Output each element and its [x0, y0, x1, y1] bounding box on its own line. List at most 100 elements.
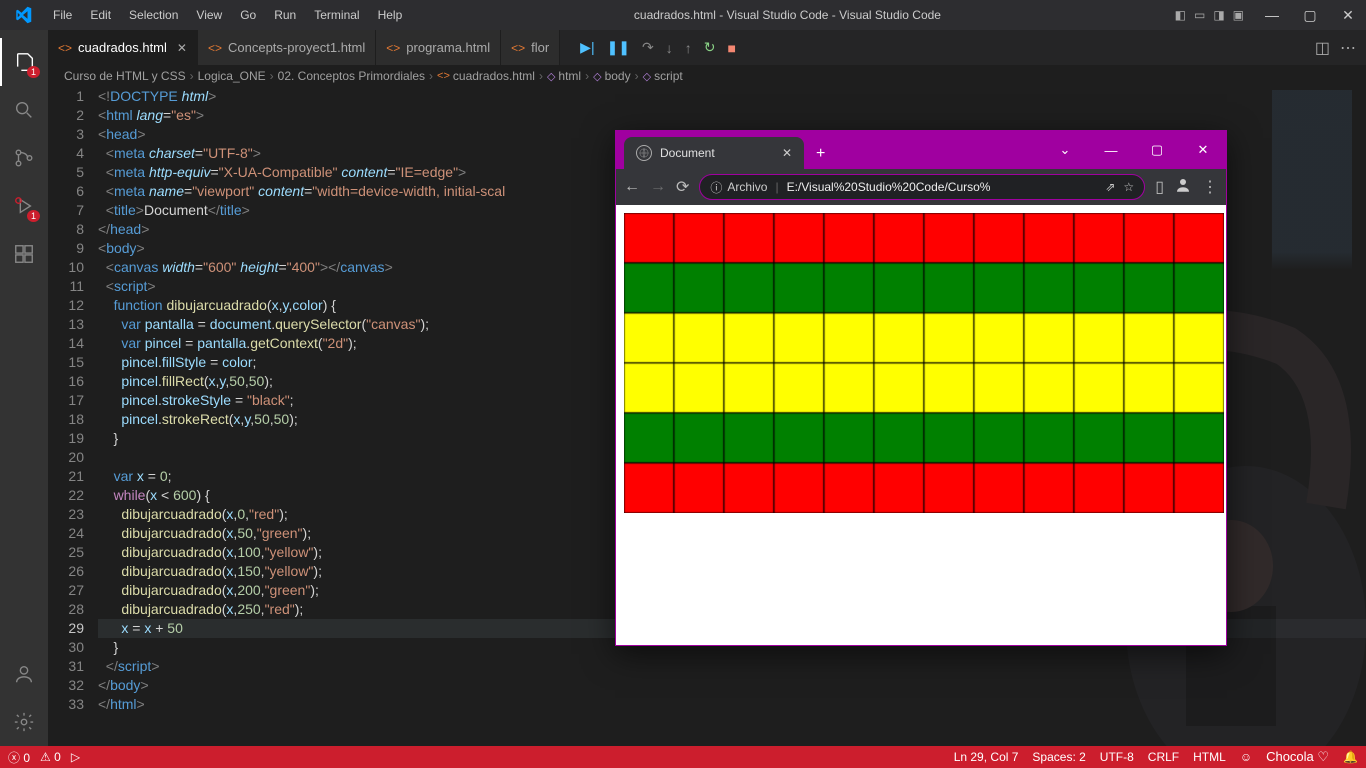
- breadcrumb-item[interactable]: Logica_ONE: [198, 69, 266, 83]
- globe-icon: [636, 145, 652, 161]
- menu-edit[interactable]: Edit: [82, 4, 119, 26]
- browser-maximize-icon[interactable]: ▢: [1134, 131, 1180, 169]
- back-icon[interactable]: ←: [624, 178, 640, 196]
- menu-run[interactable]: Run: [266, 4, 304, 26]
- menu-view[interactable]: View: [188, 4, 230, 26]
- menu-icon[interactable]: ⋮: [1202, 177, 1218, 197]
- debug-restart-icon[interactable]: ↻: [704, 39, 716, 56]
- debug-stop-icon[interactable]: ■: [728, 40, 736, 56]
- breadcrumb-item[interactable]: 02. Conceptos Primordiales: [278, 69, 425, 83]
- extensions-icon[interactable]: [0, 230, 48, 278]
- explorer-badge: 1: [27, 66, 40, 78]
- status-bell-icon[interactable]: 🔔: [1343, 750, 1358, 764]
- canvas-output: [624, 213, 1224, 513]
- browser-toolbar: ← → ⟳ ⓘ Archivo | E:/Visual%20Studio%20C…: [616, 169, 1226, 205]
- breadcrumb-item[interactable]: <>cuadrados.html: [437, 69, 535, 83]
- tab-programa-html[interactable]: <>programa.html: [376, 30, 501, 65]
- debug-stepover-icon[interactable]: ↷: [642, 39, 654, 56]
- browser-tab-title: Document: [660, 146, 715, 160]
- breadcrumb-item[interactable]: ◇script: [643, 69, 683, 83]
- star-icon[interactable]: ☆: [1123, 180, 1134, 194]
- debug-stepout-icon[interactable]: ↑: [685, 40, 692, 56]
- menu-bar: FileEditSelectionViewGoRunTerminalHelp: [45, 4, 410, 26]
- tab-concepts-proyect1-html[interactable]: <>Concepts-proyect1.html: [198, 30, 376, 65]
- menu-selection[interactable]: Selection: [121, 4, 186, 26]
- html-file-icon: <>: [437, 70, 450, 82]
- code-line[interactable]: </html>: [98, 695, 1366, 714]
- explorer-icon[interactable]: 1: [0, 38, 48, 86]
- debug-stepin-icon[interactable]: ↓: [666, 40, 673, 56]
- activity-bar: 1 1: [0, 30, 48, 746]
- html-file-icon: <>: [511, 41, 525, 55]
- gutter: 1234567891011121314151617181920212223242…: [48, 87, 98, 746]
- status-cursor[interactable]: Ln 29, Col 7: [954, 750, 1019, 764]
- status-feedback-icon[interactable]: ☺: [1240, 750, 1252, 764]
- settings-icon[interactable]: [0, 698, 48, 746]
- browser-titlebar: Document ✕ + ⌄ — ▢ ✕: [616, 131, 1226, 169]
- code-line[interactable]: <!DOCTYPE html>: [98, 87, 1366, 106]
- status-spaces[interactable]: Spaces: 2: [1032, 750, 1085, 764]
- status-debug-icon[interactable]: ▷: [71, 750, 80, 764]
- tab-flor[interactable]: <>flor: [501, 30, 560, 65]
- browser-tab-close-icon[interactable]: ✕: [782, 146, 792, 160]
- menu-help[interactable]: Help: [370, 4, 411, 26]
- html-file-icon: <>: [58, 41, 72, 55]
- status-errors[interactable]: ⓧ 0: [8, 749, 30, 766]
- search-icon[interactable]: [0, 86, 48, 134]
- code-line[interactable]: <html lang="es">: [98, 106, 1366, 125]
- browser-window: Document ✕ + ⌄ — ▢ ✕ ← → ⟳ ⓘ Archivo | E…: [615, 130, 1227, 646]
- symbol-icon: ◇: [643, 70, 651, 83]
- status-language[interactable]: HTML: [1193, 750, 1226, 764]
- menu-terminal[interactable]: Terminal: [306, 4, 367, 26]
- status-theme[interactable]: Chocola ♡: [1266, 749, 1329, 765]
- more-icon[interactable]: ⋯: [1340, 38, 1356, 58]
- debug-continue-icon[interactable]: ▶|: [580, 39, 594, 56]
- menu-file[interactable]: File: [45, 4, 80, 26]
- layout-grid-icon[interactable]: ▣: [1233, 8, 1244, 22]
- breadcrumb-item[interactable]: ◇body: [593, 69, 631, 83]
- symbol-icon: ◇: [593, 70, 601, 83]
- reload-icon[interactable]: ⟳: [676, 177, 689, 197]
- debug-badge: 1: [27, 210, 40, 222]
- panel-left-icon[interactable]: ◧: [1175, 8, 1186, 22]
- site-info-icon[interactable]: ⓘ Archivo: [710, 179, 767, 196]
- status-eol[interactable]: CRLF: [1148, 750, 1179, 764]
- share-icon[interactable]: ⇗: [1105, 180, 1115, 194]
- window-controls: — ▢ ✕: [1254, 0, 1366, 30]
- browser-minimize-icon[interactable]: —: [1088, 131, 1134, 169]
- status-warnings[interactable]: ⚠ 0: [40, 750, 61, 764]
- debug-pause-icon[interactable]: ❚❚: [607, 39, 630, 56]
- debug-toolbar: ▶| ❚❚ ↷ ↓ ↑ ↻ ■: [580, 39, 736, 56]
- split-editor-icon[interactable]: ◫: [1315, 38, 1330, 58]
- breadcrumb[interactable]: Curso de HTML y CSS›Logica_ONE›02. Conce…: [48, 65, 1366, 87]
- browser-tab[interactable]: Document ✕: [624, 137, 804, 169]
- debug-icon[interactable]: 1: [0, 182, 48, 230]
- window-title: cuadrados.html - Visual Studio Code - Vi…: [410, 8, 1164, 22]
- status-encoding[interactable]: UTF-8: [1100, 750, 1134, 764]
- profile-icon[interactable]: [1174, 176, 1192, 199]
- close-icon[interactable]: ✕: [1330, 0, 1366, 30]
- maximize-icon[interactable]: ▢: [1292, 0, 1328, 30]
- source-control-icon[interactable]: [0, 134, 48, 182]
- menu-go[interactable]: Go: [232, 4, 264, 26]
- tab-close-icon[interactable]: ✕: [177, 41, 187, 55]
- titlebar: FileEditSelectionViewGoRunTerminalHelp c…: [0, 0, 1366, 30]
- breadcrumb-item[interactable]: ◇html: [547, 69, 581, 83]
- browser-dropdown-icon[interactable]: ⌄: [1042, 131, 1088, 169]
- reader-icon[interactable]: ▯: [1155, 177, 1164, 197]
- new-tab-icon[interactable]: +: [804, 145, 837, 169]
- panel-right-icon[interactable]: ◨: [1213, 8, 1224, 22]
- minimize-icon[interactable]: —: [1254, 0, 1290, 30]
- code-line[interactable]: </script>: [98, 657, 1366, 676]
- tab-cuadrados-html[interactable]: <>cuadrados.html✕: [48, 30, 198, 65]
- browser-content: [616, 205, 1226, 645]
- html-file-icon: <>: [208, 41, 222, 55]
- browser-close-icon[interactable]: ✕: [1180, 131, 1226, 169]
- forward-icon[interactable]: →: [650, 178, 666, 196]
- panel-bottom-icon[interactable]: ▭: [1194, 8, 1205, 22]
- address-bar[interactable]: ⓘ Archivo | E:/Visual%20Studio%20Code/Cu…: [699, 174, 1145, 200]
- account-icon[interactable]: [0, 650, 48, 698]
- code-line[interactable]: </body>: [98, 676, 1366, 695]
- breadcrumb-item[interactable]: Curso de HTML y CSS: [64, 69, 186, 83]
- status-bar: ⓧ 0 ⚠ 0 ▷ Ln 29, Col 7 Spaces: 2 UTF-8 C…: [0, 746, 1366, 768]
